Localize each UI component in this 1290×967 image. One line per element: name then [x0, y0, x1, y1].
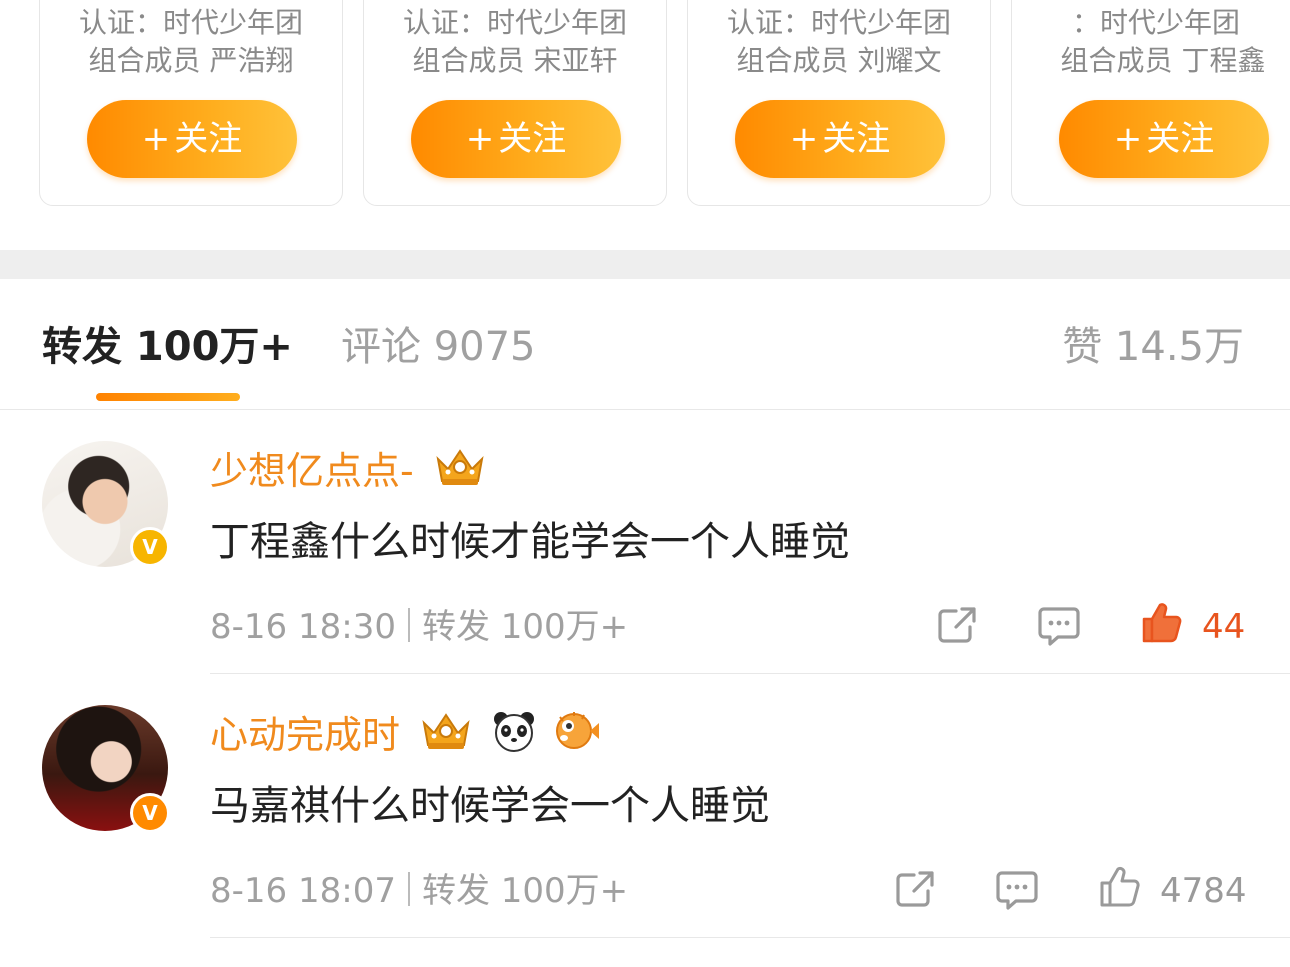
follow-button[interactable]: + 关注	[1059, 100, 1269, 178]
follow-label: 关注	[1146, 119, 1215, 159]
plus-icon: +	[789, 119, 819, 159]
list-item: V 少想亿点点- 丁程鑫什么时候才能学会一个人睡觉 8-16 18:30 转发 1…	[0, 411, 1290, 674]
meta-separator	[407, 872, 410, 906]
tab-comment[interactable]: 评论 9075	[341, 319, 536, 375]
comment-time: 8-16 18:30	[210, 607, 396, 647]
like-icon[interactable]	[1098, 865, 1140, 913]
card-certification: 认证：时代少年团	[78, 6, 303, 39]
share-icon[interactable]	[894, 869, 936, 913]
plus-icon: +	[465, 119, 495, 159]
like-icon[interactable]	[1140, 601, 1182, 649]
active-tab-indicator	[96, 393, 240, 401]
card-description: 组合成员 严浩翔	[88, 44, 294, 77]
crown-icon	[418, 709, 474, 766]
follow-card[interactable]: ：时代少年团 组合成员 丁程鑫 + 关注	[1011, 0, 1290, 206]
comment-time: 8-16 18:07	[210, 871, 396, 911]
follow-button[interactable]: + 关注	[735, 100, 945, 178]
card-certification: 认证：时代少年团	[402, 6, 627, 39]
divider	[210, 937, 1290, 938]
comment-repost-count: 转发 100万+	[421, 607, 629, 647]
comment-text: 马嘉祺什么时候学会一个人睡觉	[210, 783, 770, 829]
card-certification: ：时代少年团	[1072, 6, 1241, 39]
comment-username[interactable]: 心动完成时	[210, 709, 600, 766]
comment-meta: 8-16 18:07 转发 100万+	[210, 867, 628, 915]
card-description: 组合成员 丁程鑫	[1060, 44, 1266, 77]
card-certification: 认证：时代少年团	[726, 6, 951, 39]
follow-card[interactable]: 认证：时代少年团 组合成员 刘耀文 + 关注	[687, 0, 991, 206]
card-description: 组合成员 刘耀文	[736, 44, 942, 77]
like-count: 4784	[1160, 871, 1247, 911]
comment-meta: 8-16 18:30 转发 100万+	[210, 603, 628, 651]
comment-text: 丁程鑫什么时候才能学会一个人睡觉	[210, 519, 850, 565]
username-text: 心动完成时	[210, 713, 401, 757]
username-text: 少想亿点点-	[210, 449, 414, 493]
follow-card[interactable]: 认证：时代少年团 组合成员 宋亚轩 + 关注	[363, 0, 667, 206]
follow-button[interactable]: + 关注	[87, 100, 297, 178]
suggested-follow-cards: 认证：时代少年团 组合成员 严浩翔 + 关注 认证：时代少年团 组合成员 宋亚轩 …	[0, 0, 1290, 250]
follow-label: 关注	[498, 119, 567, 159]
share-icon[interactable]	[936, 605, 978, 649]
follow-label: 关注	[174, 119, 243, 159]
like-count: 44	[1202, 607, 1246, 647]
plus-icon: +	[1113, 119, 1143, 159]
card-description: 组合成员 宋亚轩	[412, 44, 618, 77]
crown-icon	[432, 445, 488, 502]
divider	[210, 673, 1290, 674]
pufferfish-icon	[554, 709, 600, 766]
follow-button[interactable]: + 关注	[411, 100, 621, 178]
comment-repost-count: 转发 100万+	[421, 871, 629, 911]
interaction-tabs: 转发 100万+ 评论 9075 赞 14.5万	[0, 279, 1290, 410]
follow-card[interactable]: 认证：时代少年团 组合成员 严浩翔 + 关注	[39, 0, 343, 206]
panda-icon	[492, 709, 536, 766]
verified-badge-icon: V	[130, 793, 170, 833]
comment-icon[interactable]	[1038, 605, 1080, 651]
tab-like[interactable]: 赞 14.5万	[1062, 319, 1244, 375]
follow-label: 关注	[822, 119, 891, 159]
list-item: V 心动完成时 马嘉祺什么时候学会一个人睡觉 8-16 18:07 转发 100…	[0, 675, 1290, 940]
plus-icon: +	[141, 119, 171, 159]
comment-icon[interactable]	[996, 869, 1038, 915]
tab-repost[interactable]: 转发 100万+	[42, 319, 293, 375]
comment-username[interactable]: 少想亿点点-	[210, 445, 488, 502]
section-separator	[0, 250, 1290, 279]
verified-badge-icon: V	[130, 527, 170, 567]
meta-separator	[407, 608, 410, 642]
